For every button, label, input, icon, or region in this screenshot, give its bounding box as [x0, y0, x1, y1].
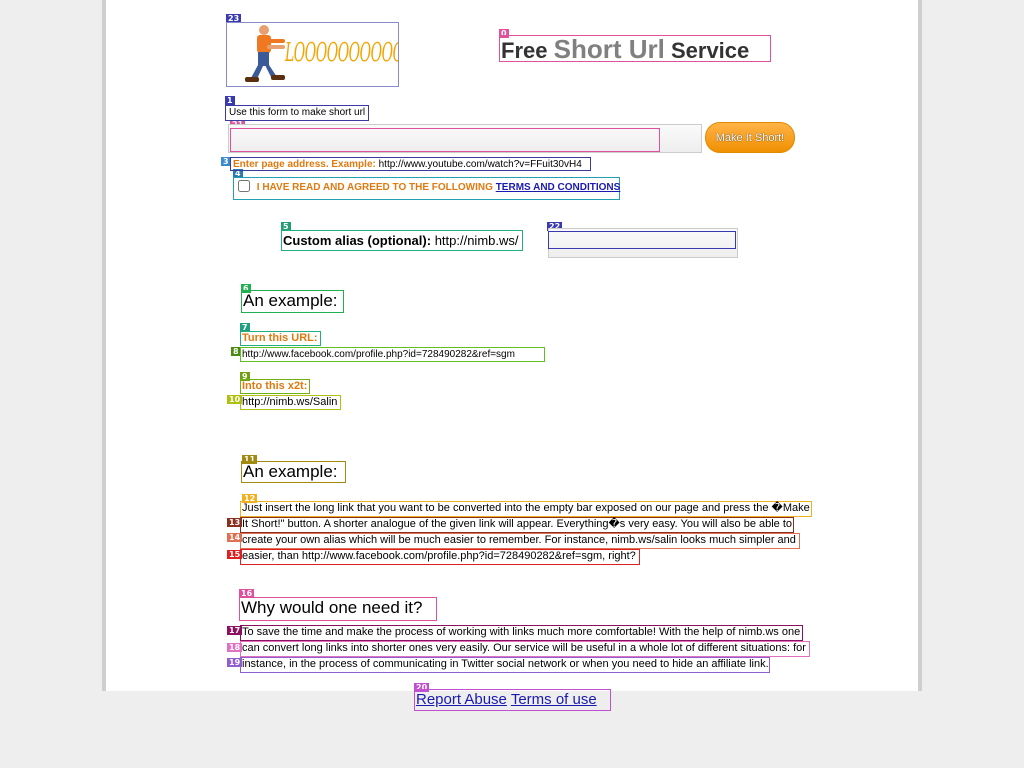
example-paragraph-line-2: It Short!" button. A shorter analogue of…: [240, 517, 794, 533]
marker-1: 1: [225, 96, 235, 105]
terms-and-conditions-link[interactable]: TERMS AND CONDITIONS: [496, 182, 621, 193]
logo-text: LOOOOOOOOOOONGURL.COM: [285, 38, 398, 69]
example-url: http://www.youtube.com/watch?v=FFuit30vH…: [378, 159, 582, 170]
page-title: Free Short Url Service: [499, 34, 771, 64]
example-paragraph-line-1: Just insert the long link that you want …: [240, 501, 812, 517]
footer-links: Report Abuse Terms of use: [414, 689, 611, 711]
why-paragraph-line-3: instance, in the process of communicatin…: [240, 657, 770, 673]
example-paragraph-line-3: create your own alias which will be much…: [240, 533, 800, 549]
make-it-short-button[interactable]: Make It Short!: [705, 122, 795, 153]
title-free: Free: [501, 38, 548, 63]
custom-alias-label: Custom alias (optional): http://nimb.ws/: [281, 230, 523, 251]
example-paragraph-line-4: easier, than http://www.facebook.com/pro…: [240, 549, 640, 565]
title-service: Service: [670, 38, 750, 63]
why-paragraph-line-2: can convert long links into shorter ones…: [240, 641, 810, 657]
form-hint: Use this form to make short url: [225, 105, 369, 121]
alias-prefix: http://nimb.ws/: [434, 233, 519, 248]
url-example: Enter page address. Example: http://www.…: [230, 157, 591, 171]
example-heading-1: An example:: [241, 290, 344, 313]
why-heading: Why would one need it?: [239, 597, 437, 621]
example-heading-2: An example:: [241, 461, 346, 483]
title-short-url: Short Url: [553, 34, 665, 64]
example-short-url: http://nimb.ws/Salin: [240, 395, 341, 410]
terms-of-use-link[interactable]: Terms of use: [511, 691, 597, 708]
terms-agreement: I HAVE READ AND AGREED TO THE FOLLOWING …: [233, 177, 620, 200]
into-this-label: Into this x2t:: [240, 379, 310, 394]
site-logo[interactable]: LOOOOOOOOOOONGURL.COM: [226, 22, 399, 87]
why-paragraph-line-1: To save the time and make the process of…: [240, 625, 803, 641]
turn-this-url-label: Turn this URL:: [240, 331, 321, 346]
man-pushing-icon: [245, 25, 285, 82]
long-url-input[interactable]: [230, 128, 660, 152]
example-long-url: http://www.facebook.com/profile.php?id=7…: [240, 347, 545, 362]
report-abuse-link[interactable]: Report Abuse: [416, 691, 507, 708]
agree-text: I HAVE READ AND AGREED TO THE FOLLOWING: [256, 182, 493, 193]
example-label: Enter page address. Example:: [233, 159, 376, 170]
custom-alias-input[interactable]: [548, 231, 736, 249]
alias-label-text: Custom alias (optional):: [283, 233, 432, 248]
agree-checkbox[interactable]: [238, 180, 250, 192]
